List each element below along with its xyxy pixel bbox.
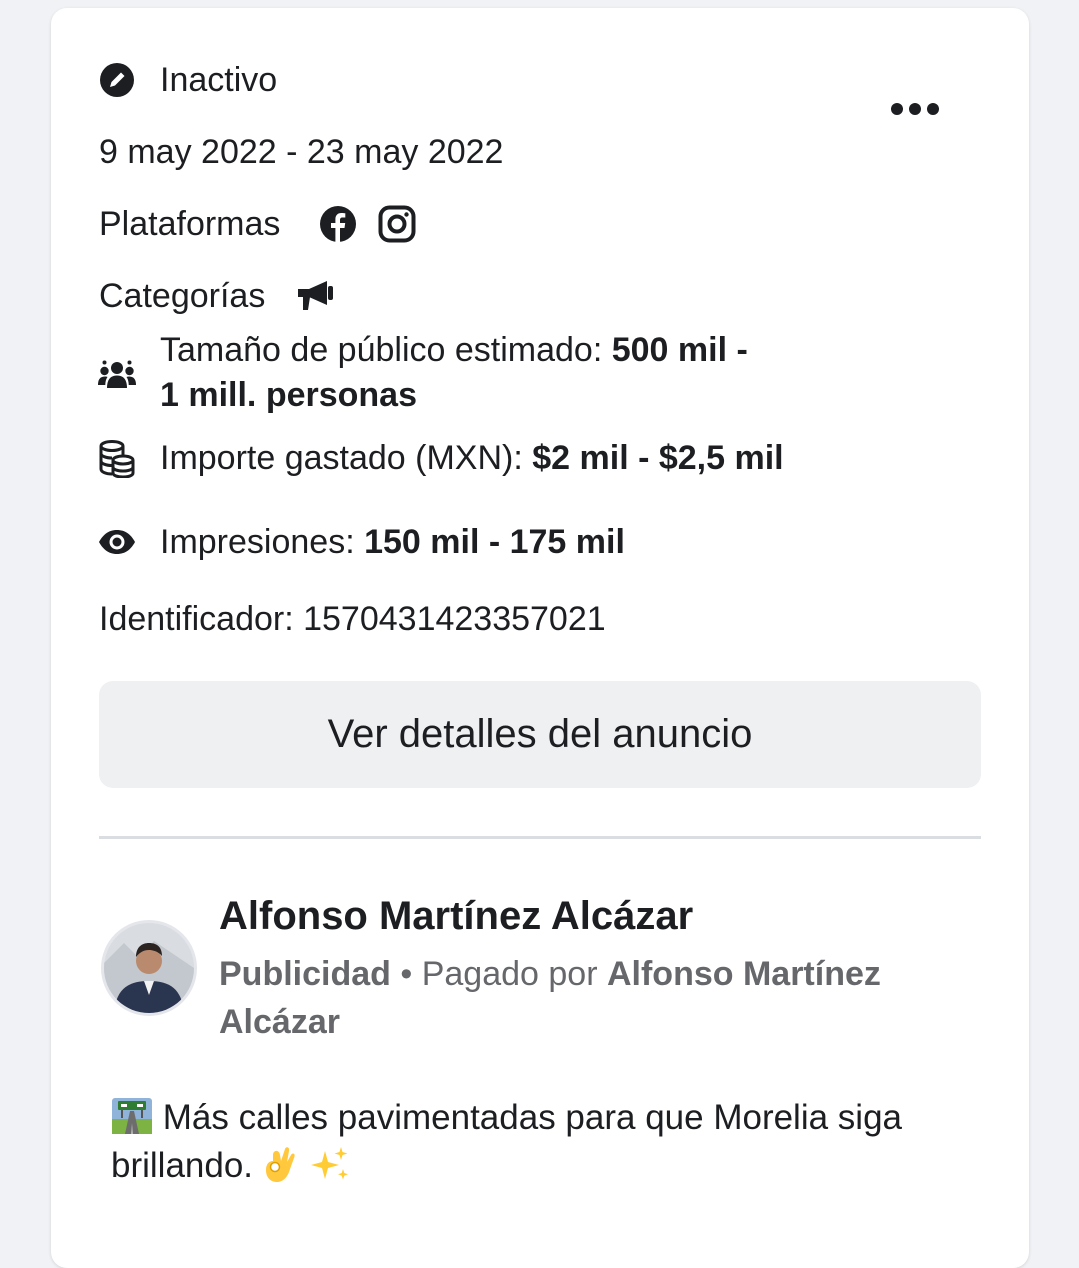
sparkles-emoji-icon bbox=[307, 1145, 351, 1183]
megaphone-icon bbox=[295, 279, 335, 313]
sponsored-label: Publicidad bbox=[219, 955, 391, 993]
instagram-icon bbox=[378, 205, 416, 243]
audience-size-value-part2: 1 mill. personas bbox=[160, 376, 417, 414]
ad-card: Inactivo 9 may 2022 - 23 may 2022 Plataf… bbox=[51, 8, 1029, 1268]
ad-body-message: Más calles pavimentadas para que Morelia… bbox=[111, 1098, 903, 1185]
dot-icon bbox=[909, 103, 921, 115]
ad-identifier: Identificador: 1570431423357021 bbox=[99, 600, 606, 638]
dot-icon bbox=[927, 103, 939, 115]
eye-icon bbox=[98, 529, 136, 555]
impressions-label: Impresiones: bbox=[160, 523, 365, 561]
paid-by-label: Pagado por bbox=[421, 955, 607, 993]
advertiser-avatar[interactable] bbox=[101, 920, 197, 1016]
amount-spent-text: Importe gastado (MXN): $2 mil - $2,5 mil bbox=[160, 438, 784, 478]
amount-spent-label: Importe gastado (MXN): bbox=[160, 439, 533, 477]
ad-body-text: Más calles pavimentadas para que Morelia… bbox=[111, 1094, 971, 1190]
audience-size-value-part1: 500 mil - bbox=[611, 331, 748, 369]
people-icon bbox=[98, 360, 136, 388]
more-options-button[interactable] bbox=[889, 96, 941, 122]
platforms-label: Plataformas bbox=[99, 205, 281, 243]
meta-separator: • bbox=[390, 955, 422, 993]
status-label: Inactivo bbox=[160, 61, 278, 99]
date-range: 9 may 2022 - 23 may 2022 bbox=[99, 133, 504, 171]
categories-label: Categorías bbox=[99, 277, 266, 315]
ad-meta: Publicidad • Pagado por Alfonso Martínez… bbox=[219, 950, 939, 1046]
view-ad-details-button[interactable]: Ver detalles del anuncio bbox=[99, 681, 981, 788]
impressions-text: Impresiones: 150 mil - 175 mil bbox=[160, 522, 625, 562]
advertiser-name[interactable]: Alfonso Martínez Alcázar bbox=[219, 894, 693, 939]
dot-icon bbox=[891, 103, 903, 115]
inactive-status-icon bbox=[99, 62, 135, 98]
amount-spent-value: $2 mil - $2,5 mil bbox=[532, 439, 784, 477]
impressions-value: 150 mil - 175 mil bbox=[364, 523, 625, 561]
motorway-emoji-icon bbox=[111, 1097, 153, 1135]
divider bbox=[99, 836, 981, 839]
audience-size-label: Tamaño de público estimado: bbox=[160, 331, 612, 369]
ok-hand-emoji-icon bbox=[263, 1145, 297, 1183]
audience-size-text: Tamaño de público estimado: 500 mil - 1 … bbox=[160, 330, 748, 420]
facebook-icon bbox=[319, 205, 357, 243]
coins-icon bbox=[99, 440, 135, 478]
